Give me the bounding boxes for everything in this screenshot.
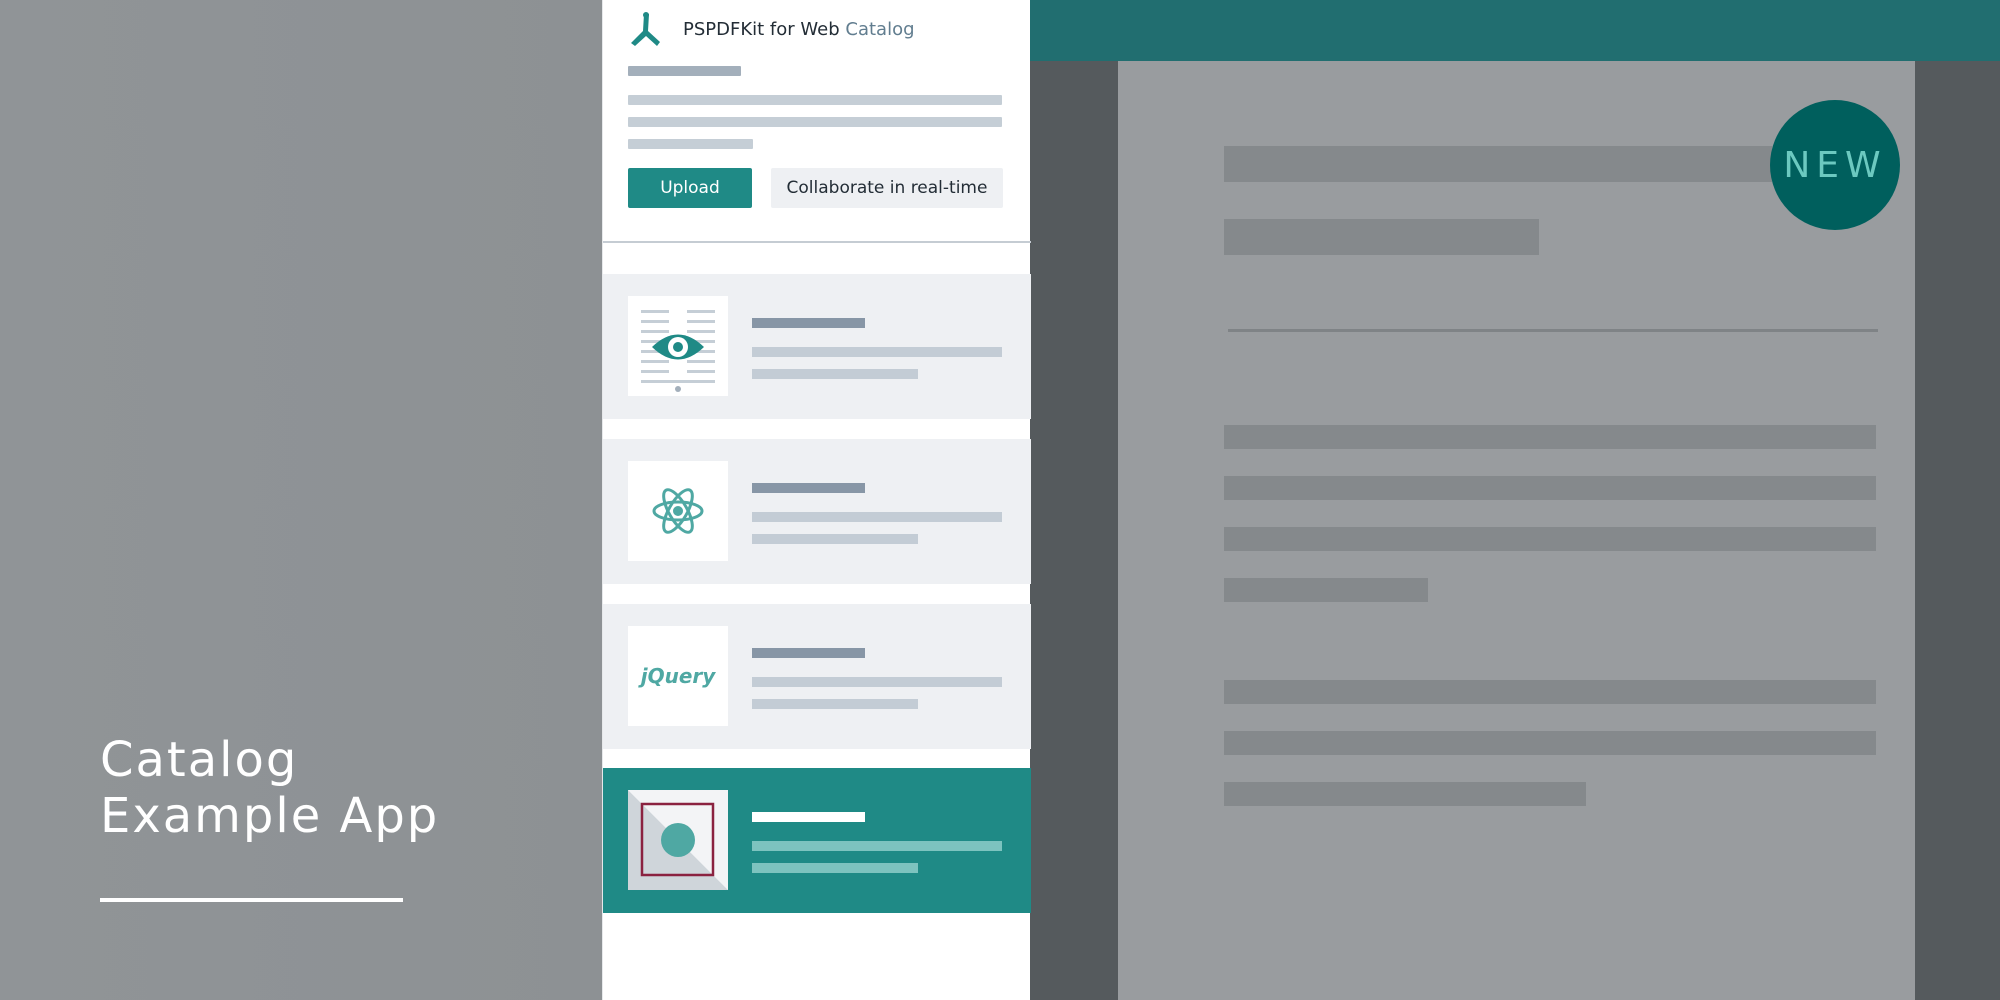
hero-title-line-2: Example App xyxy=(100,788,440,844)
item-text-placeholder xyxy=(752,863,918,873)
catalog-item-annotations[interactable] xyxy=(603,768,1031,913)
catalog-panel: PSPDFKit for Web Catalog Upload Collabor… xyxy=(602,0,1031,1000)
pspdfkit-logo-icon xyxy=(631,12,660,46)
page-heading-placeholder xyxy=(1224,146,1772,182)
item-text-placeholder xyxy=(752,512,1002,522)
catalog-item-viewer[interactable] xyxy=(603,274,1031,419)
page-subheading-placeholder xyxy=(1224,219,1539,255)
item-text-placeholder xyxy=(752,677,1002,687)
collaborate-button[interactable]: Collaborate in real-time xyxy=(771,168,1003,208)
item-text-placeholder xyxy=(752,699,918,709)
description-text-placeholder xyxy=(628,117,1002,127)
catalog-item-jquery[interactable]: jQuery xyxy=(603,604,1031,749)
brand-accent: Catalog xyxy=(845,19,915,40)
brand-name: PSPDFKit for Web xyxy=(683,19,840,40)
description-title-placeholder xyxy=(628,66,741,76)
catalog-item-react[interactable] xyxy=(603,439,1031,584)
item-title-placeholder xyxy=(752,318,865,328)
jquery-logo: jQuery xyxy=(640,664,716,688)
page-text-placeholder xyxy=(1224,527,1876,551)
hero-title: Catalog Example App xyxy=(100,732,439,844)
item-text-placeholder xyxy=(752,347,1002,357)
item-thumbnail xyxy=(628,296,728,396)
page-text-placeholder xyxy=(1224,425,1876,449)
image-annotation-icon xyxy=(628,790,728,890)
item-thumbnail xyxy=(628,461,728,561)
page-divider xyxy=(1228,329,1878,332)
page-text-placeholder xyxy=(1224,578,1428,602)
description-text-placeholder xyxy=(628,139,753,149)
item-text-placeholder xyxy=(752,841,1002,851)
eye-document-icon xyxy=(641,310,715,392)
page-text-placeholder xyxy=(1224,476,1876,500)
hero-title-line-1: Catalog xyxy=(100,732,299,788)
item-thumbnail xyxy=(628,790,728,890)
new-badge: NEW xyxy=(1770,100,1900,230)
upload-button[interactable]: Upload xyxy=(628,168,752,208)
description-text-placeholder xyxy=(628,95,1002,105)
page-text-placeholder xyxy=(1224,680,1876,704)
item-title-placeholder xyxy=(752,483,865,493)
item-thumbnail: jQuery xyxy=(628,626,728,726)
hero-divider xyxy=(100,898,403,902)
brand-title: PSPDFKit for Web Catalog xyxy=(683,19,915,40)
catalog-header: PSPDFKit for Web Catalog Upload Collabor… xyxy=(603,0,1031,243)
hero-background xyxy=(0,0,602,1000)
viewer-toolbar xyxy=(1030,0,2000,61)
item-title-placeholder xyxy=(752,648,865,658)
item-title-placeholder xyxy=(752,812,865,822)
item-text-placeholder xyxy=(752,534,918,544)
react-icon xyxy=(652,488,704,534)
item-text-placeholder xyxy=(752,369,918,379)
page-text-placeholder xyxy=(1224,782,1586,806)
page-text-placeholder xyxy=(1224,731,1876,755)
